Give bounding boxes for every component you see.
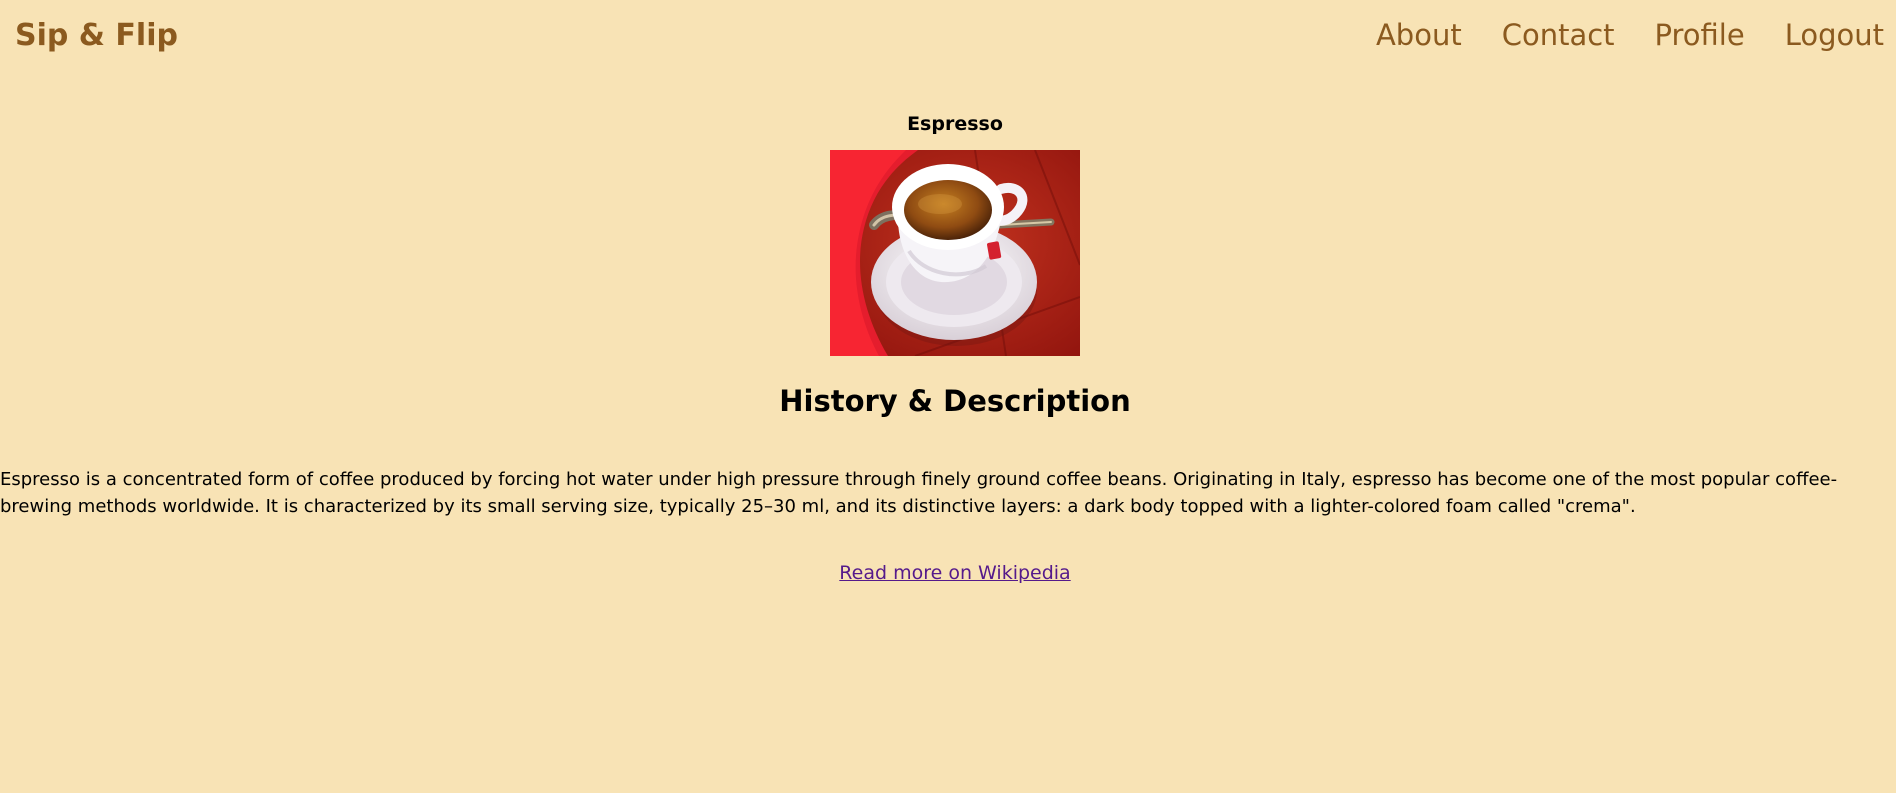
espresso-cup-photo <box>830 150 1080 356</box>
navbar: Sip & Flip About Contact Profile Logout <box>0 0 1896 76</box>
wikipedia-link[interactable]: Read more on Wikipedia <box>839 562 1070 584</box>
nav-link-profile[interactable]: Profile <box>1655 18 1745 52</box>
nav-link-contact[interactable]: Contact <box>1502 18 1615 52</box>
nav-links: About Contact Profile Logout <box>1376 18 1884 52</box>
brand-logo-link[interactable]: Sip & Flip <box>15 18 178 53</box>
wiki-link-container: Read more on Wikipedia <box>0 562 1896 584</box>
nav-link-logout[interactable]: Logout <box>1785 18 1884 52</box>
description-text: Espresso is a concentrated form of coffe… <box>0 469 1838 517</box>
nav-link-about[interactable]: About <box>1376 18 1462 52</box>
section-heading: History & Description <box>779 384 1131 418</box>
drink-title: Espresso <box>907 113 1003 135</box>
